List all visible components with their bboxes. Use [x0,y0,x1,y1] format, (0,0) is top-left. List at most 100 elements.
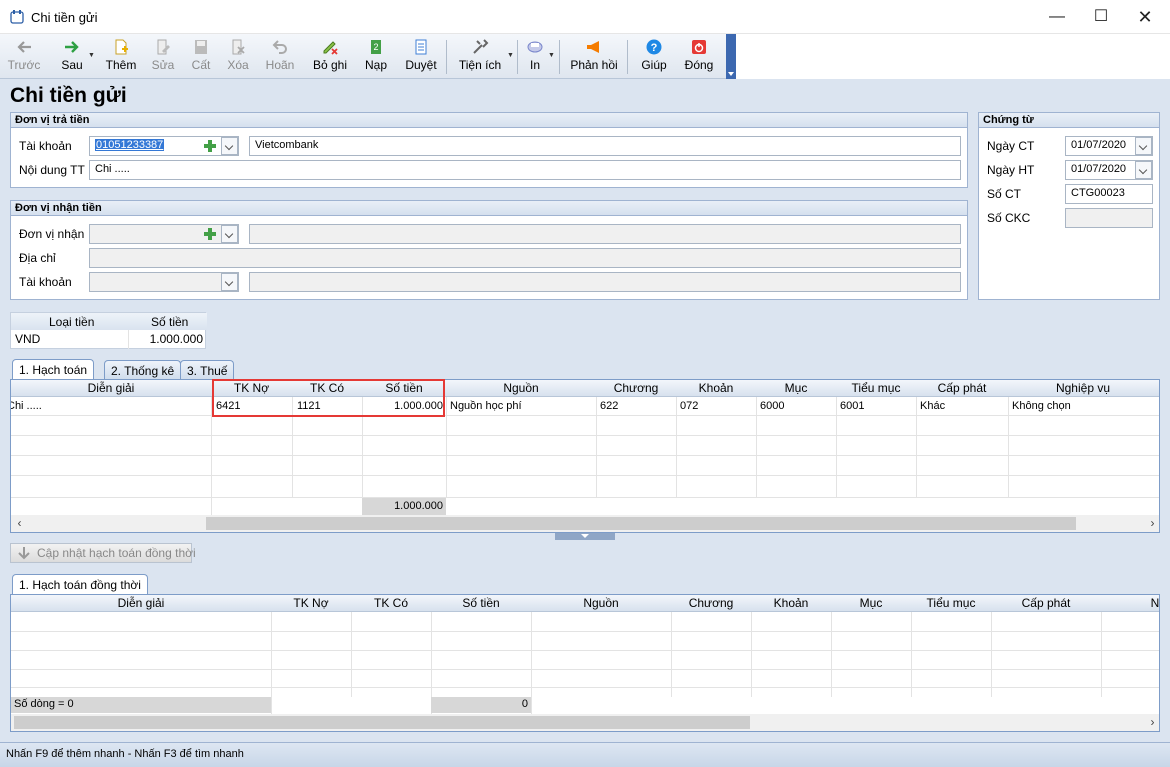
col-header-debit-account[interactable]: TK Nợ [271,596,351,610]
cell-operation[interactable]: Không chọn [1012,400,1071,412]
receiver-bank-name-field[interactable] [249,272,961,292]
arrow-left-icon [17,41,31,53]
approve-button[interactable]: Duyệt [402,34,440,79]
scroll-right-icon[interactable]: › [1144,714,1159,731]
next-button[interactable]: Sau [56,34,88,79]
col-header-amount[interactable]: Số tiền [431,596,531,610]
col-header-section[interactable]: Mục [831,596,911,610]
col-header-allocation[interactable]: Cấp phát [916,381,1008,395]
col-header-chapter[interactable]: Chương [671,596,751,610]
arrow-right-icon [65,41,79,53]
grid-line [751,612,752,697]
payer-account-label: Tài khoản [19,139,72,153]
delete-document-icon [232,39,245,55]
ckc-number-input[interactable] [1065,208,1153,228]
cell-subsection[interactable]: 6001 [840,400,864,412]
cell-chapter[interactable]: 622 [600,400,618,412]
help-button[interactable]: ? Giúp [638,34,670,79]
panel-splitter[interactable] [555,533,615,540]
payment-content-input[interactable]: Chi ..... [89,160,961,180]
col-header-subsection[interactable]: Tiểu mục [911,596,991,610]
payer-bank-name-field[interactable]: Vietcombank [249,136,961,156]
accounting-grid: Diễn giải TK Nợ TK Có Số tiền Nguồn Chươ… [10,379,1160,533]
cell-description[interactable]: Chi ..... [11,400,42,412]
col-header-credit-account[interactable]: TK Có [351,596,431,610]
accounting-grid-hscroll[interactable]: ‹ › [11,515,1159,532]
feedback-button[interactable]: Phản hồi [568,34,620,79]
cell-source[interactable]: Nguồn học phí [450,400,522,412]
scroll-left-icon[interactable]: ‹ [11,515,28,532]
col-header-operation[interactable]: Nghiệp vụ [1008,381,1158,395]
col-header-description[interactable]: Diễn giải [11,381,211,395]
col-header-source[interactable]: Nguồn [531,596,671,610]
concurrent-grid-hscroll[interactable]: ‹ › [11,714,1159,731]
post-button[interactable]: 2 Nạp [362,34,390,79]
posting-date-label: Ngày HT [987,163,1035,177]
concurrent-grid-header: Diễn giải TK Nợ TK Có Số tiền Nguồn Chươ… [11,595,1159,612]
payment-content-label: Nội dung TT [19,163,85,177]
col-header-description[interactable]: Diễn giải [11,596,271,610]
posting-date-dropdown[interactable] [1135,161,1152,179]
voucher-date-dropdown[interactable] [1135,137,1152,155]
cell-item[interactable]: 072 [680,400,698,412]
update-concurrent-accounting-button[interactable]: Cập nhật hạch toán đồng thời [10,543,196,563]
cell-section[interactable]: 6000 [760,400,784,412]
tab-statistics[interactable]: 2. Thống kê [104,360,182,380]
receiver-unit-name-field[interactable] [249,224,961,244]
next-dropdown-icon[interactable]: ▼ [88,52,95,59]
cell-allocation[interactable]: Khác [920,400,945,412]
save-button[interactable]: Cất [186,34,216,79]
receiver-address-input[interactable] [89,248,961,268]
tab-concurrent-accounting[interactable]: 1. Hạch toán đồng thời [12,574,148,595]
utilities-button[interactable]: Tiện ích [456,34,504,79]
currency-amount-value[interactable]: 1.000.000 [150,332,203,346]
receiver-unit-dropdown[interactable] [221,225,238,243]
utilities-dropdown-icon[interactable]: ▼ [507,52,514,59]
currency-amount-header: Số tiền [151,315,189,329]
scroll-thumb[interactable] [206,517,1076,530]
add-icon[interactable] [203,227,217,241]
receiver-unit-label: Đơn vị nhận [19,227,85,241]
grid-line [11,497,1159,498]
col-header-operation[interactable]: N [1149,596,1159,610]
grid-line [11,650,1159,651]
megaphone-icon [587,41,599,53]
col-header-source[interactable]: Nguồn [446,381,596,395]
pencil-remove-icon [323,41,338,55]
add-icon[interactable] [203,139,217,153]
tab-accounting[interactable]: 1. Hạch toán [12,359,95,380]
voucher-number-input[interactable]: CTG00023 [1065,184,1153,204]
col-header-item[interactable]: Khoản [676,381,756,395]
col-header-item[interactable]: Khoản [751,596,831,610]
add-button[interactable]: Thêm [104,34,138,79]
print-dropdown-icon[interactable]: ▼ [548,52,555,59]
close-window-button[interactable]: ✕ [1122,0,1168,34]
col-header-subsection[interactable]: Tiểu mục [836,381,916,395]
maximize-button[interactable]: ☐ [1078,0,1124,34]
close-button[interactable]: Đóng [682,34,716,79]
receiver-account-input[interactable] [89,272,239,292]
print-button[interactable]: In [524,34,546,79]
undo-icon [272,40,287,54]
edit-button[interactable]: Sửa [148,34,178,79]
unpost-button[interactable]: Bỏ ghi [310,34,350,79]
col-header-section[interactable]: Mục [756,381,836,395]
grid-line [128,330,129,349]
col-header-chapter[interactable]: Chương [596,381,676,395]
svg-text:?: ? [651,42,658,54]
toolbar-overflow-button[interactable] [726,34,736,79]
col-header-allocation[interactable]: Cấp phát [991,596,1101,610]
tab-tax[interactable]: 3. Thuế [180,360,235,380]
tools-icon [473,39,489,54]
receiver-account-dropdown[interactable] [221,273,238,291]
edit-icon [157,39,170,55]
undo-button[interactable]: Hoãn [262,34,298,79]
delete-button[interactable]: Xóa [222,34,254,79]
status-text: Nhấn F9 để thêm nhanh - Nhấn F3 để tìm n… [6,748,244,760]
minimize-button[interactable]: — [1034,0,1080,34]
payer-account-dropdown[interactable] [221,137,238,155]
back-button[interactable]: Trước [4,34,44,79]
currency-type-value[interactable]: VND [15,332,40,346]
scroll-right-icon[interactable]: › [1144,515,1159,532]
scroll-thumb[interactable] [14,716,750,729]
